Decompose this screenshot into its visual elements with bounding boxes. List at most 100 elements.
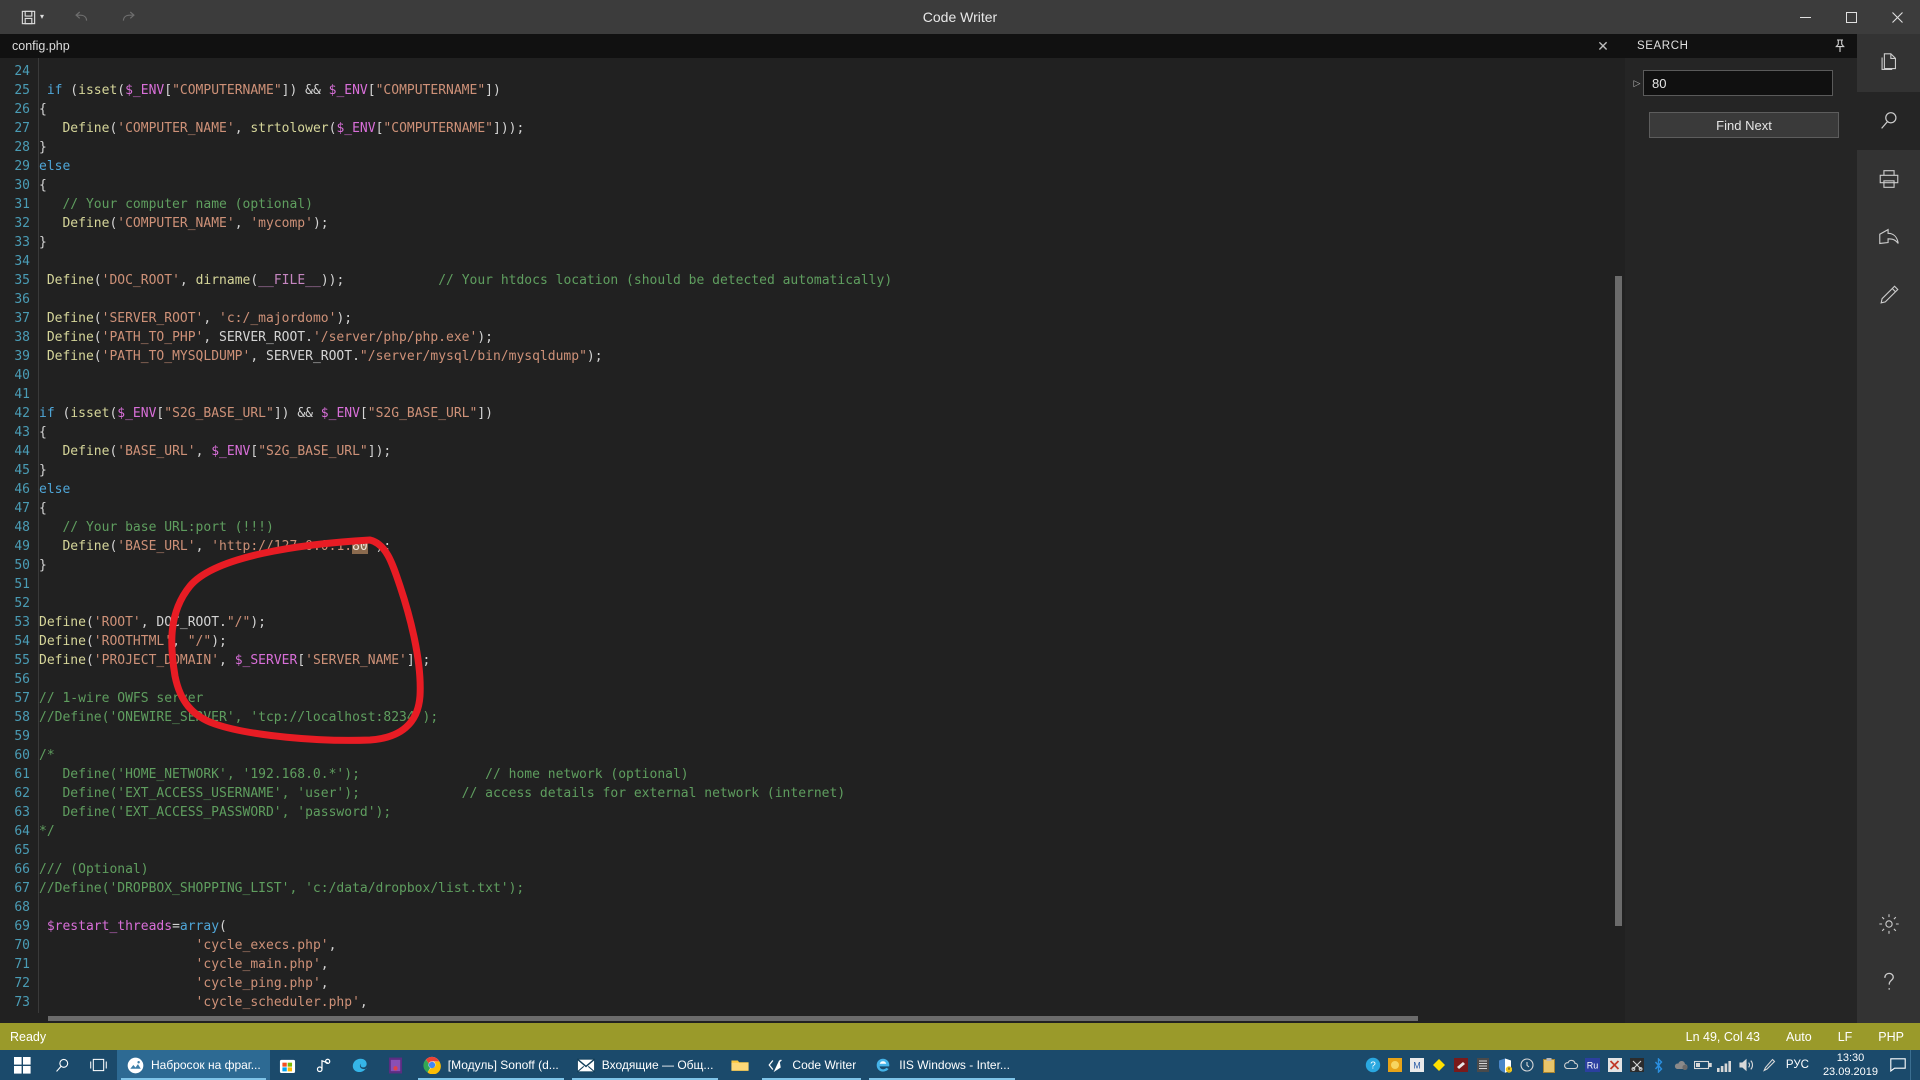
edge-icon: [351, 1056, 369, 1074]
help-question-icon[interactable]: ?: [1362, 1050, 1384, 1080]
show-desktop-button[interactable]: [1910, 1050, 1918, 1080]
excel-close-icon[interactable]: [1604, 1050, 1626, 1080]
search-input[interactable]: [1643, 70, 1833, 96]
editor-horizontal-scrollbar[interactable]: [0, 1013, 1625, 1023]
pin-icon[interactable]: [1832, 38, 1848, 54]
code-token: Define: [46, 349, 94, 364]
vertical-scrollbar-thumb[interactable]: [1615, 276, 1622, 926]
minimize-button[interactable]: [1782, 0, 1828, 34]
line-number: 66: [14, 862, 30, 877]
task-view-button[interactable]: [80, 1050, 117, 1080]
line-number: 44: [14, 444, 30, 459]
code-token: strtolower: [250, 121, 329, 136]
taskbar-item-code-writer[interactable]: Code Writer: [758, 1050, 865, 1080]
taskbar-item-edge-browser[interactable]: [342, 1050, 378, 1080]
battery-icon[interactable]: [1692, 1050, 1714, 1080]
cloud-icon[interactable]: [1560, 1050, 1582, 1080]
line-number: 51: [14, 577, 30, 592]
network-bars-icon[interactable]: [1714, 1050, 1736, 1080]
copy-documents-icon[interactable]: [1857, 34, 1920, 92]
status-line-ending[interactable]: LF: [1838, 1030, 1853, 1044]
redo-button[interactable]: [106, 2, 150, 32]
code-token: {: [39, 178, 47, 193]
code-token: // Your computer name (optional): [62, 197, 313, 212]
taskbar-item-chrome-sonoff[interactable]: [Модуль] Sonoff (d...: [414, 1050, 568, 1080]
editor-vertical-scrollbar[interactable]: [1612, 116, 1625, 1023]
code-line: 41: [0, 385, 892, 404]
taskbar-item-notes-app[interactable]: [378, 1050, 414, 1080]
gear-icon[interactable]: [1857, 895, 1920, 953]
pencil-edit-icon[interactable]: [1857, 266, 1920, 324]
status-indent-mode[interactable]: Auto: [1786, 1030, 1812, 1044]
taskbar-item-file-explorer[interactable]: [722, 1050, 758, 1080]
taskbar-item-microsoft-store[interactable]: [270, 1050, 306, 1080]
code-token: else: [39, 159, 71, 174]
search-expander-icon[interactable]: ▷: [1625, 78, 1643, 88]
code-token: "/": [187, 634, 212, 649]
clock-circle-icon[interactable]: [1516, 1050, 1538, 1080]
red-app-icon[interactable]: [1450, 1050, 1472, 1080]
chrome-icon: [423, 1056, 441, 1074]
start-button[interactable]: [0, 1050, 45, 1080]
code-content[interactable]: 24 25 if (isset($_ENV["COMPUTERNAME"]) &&…: [0, 62, 892, 1023]
code-token: 'PROJECT_DOMAIN': [93, 653, 220, 668]
status-language[interactable]: PHP: [1878, 1030, 1904, 1044]
m-badge-icon[interactable]: M: [1406, 1050, 1428, 1080]
tab-close-icon[interactable]: ✕: [1595, 38, 1611, 54]
maximize-button[interactable]: [1828, 0, 1874, 34]
coin-icon[interactable]: [1384, 1050, 1406, 1080]
undo-button[interactable]: [60, 2, 104, 32]
line-number: 59: [14, 729, 30, 744]
taskbar-item-music-app[interactable]: [306, 1050, 342, 1080]
yellow-diamond-icon[interactable]: [1428, 1050, 1450, 1080]
taskbar-item-iis-windows[interactable]: IIS Windows - Inter...: [865, 1050, 1019, 1080]
taskbar-search-button[interactable]: [45, 1050, 80, 1080]
bluetooth-icon[interactable]: [1648, 1050, 1670, 1080]
code-line: 60 /*: [0, 746, 892, 765]
code-editor[interactable]: 24 25 if (isset($_ENV["COMPUTERNAME"]) &&…: [0, 58, 1625, 1023]
line-number: 27: [14, 121, 30, 136]
code-token: 'DOC_ROOT': [101, 273, 180, 288]
code-token: ]);: [367, 444, 392, 459]
code-token: __FILE__: [258, 273, 321, 288]
print-icon[interactable]: [1857, 150, 1920, 208]
line-number: 32: [14, 216, 30, 231]
status-cursor-position[interactable]: Ln 49, Col 43: [1686, 1030, 1760, 1044]
shield-warning-icon[interactable]: [1494, 1050, 1516, 1080]
pen-icon[interactable]: [1758, 1050, 1780, 1080]
volume-icon[interactable]: [1736, 1050, 1758, 1080]
code-token: array: [179, 919, 220, 934]
taskbar-item-mail-inbox[interactable]: Входящие — Общ...: [568, 1050, 723, 1080]
line-number: 30: [14, 178, 30, 193]
language-indicator[interactable]: РУС: [1780, 1059, 1815, 1071]
onedrive-icon[interactable]: [1670, 1050, 1692, 1080]
taskbar-item-sketch-fragment[interactable]: Набросок на фраг...: [117, 1050, 270, 1080]
list-icon[interactable]: [1472, 1050, 1494, 1080]
code-token: '/server/php/php.exe': [312, 330, 478, 345]
share-icon[interactable]: [1857, 208, 1920, 266]
action-center-icon[interactable]: [1886, 1050, 1910, 1080]
code-line: 28}: [0, 138, 892, 157]
find-next-button[interactable]: Find Next: [1649, 112, 1839, 138]
ru-keyboard-icon[interactable]: Ru: [1582, 1050, 1604, 1080]
code-token: 'http://127.0.0.1:: [211, 539, 353, 554]
horizontal-scrollbar-thumb[interactable]: [48, 1016, 1418, 1021]
scissors-icon[interactable]: [1626, 1050, 1648, 1080]
code-token: /// (Optional): [39, 862, 149, 877]
search-icon[interactable]: [1857, 92, 1920, 150]
help-icon[interactable]: [1857, 953, 1920, 1011]
code-token: [: [367, 83, 376, 98]
save-dropdown-caret[interactable]: ▾: [40, 13, 44, 21]
code-token: , SERVER_ROOT.: [203, 330, 313, 345]
code-token: Define: [39, 653, 86, 668]
code-token: "S2G_BASE_URL": [258, 444, 368, 459]
save-button[interactable]: ▾: [6, 2, 58, 32]
code-line: 64 */: [0, 822, 892, 841]
close-button[interactable]: [1874, 0, 1920, 34]
taskbar-clock[interactable]: 13:30 23.09.2019: [1815, 1050, 1886, 1080]
clipboard-icon[interactable]: [1538, 1050, 1560, 1080]
tab-config-php[interactable]: config.php: [0, 34, 82, 58]
code-token: ,: [234, 121, 251, 136]
